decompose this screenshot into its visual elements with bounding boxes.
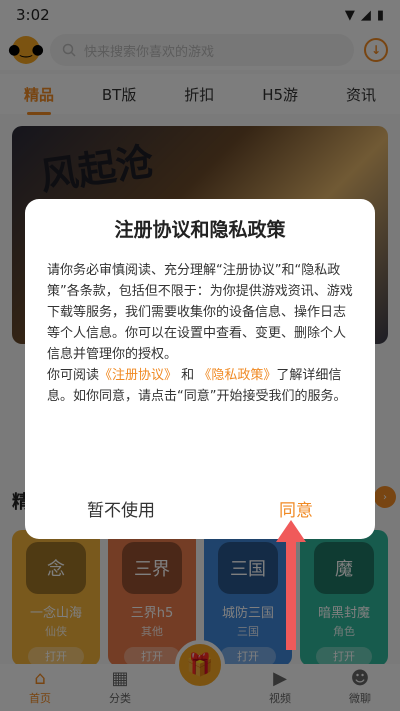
- decline-button[interactable]: 暂不使用: [87, 496, 155, 521]
- dialog-p2-and: 和: [181, 368, 195, 383]
- register-agreement-link[interactable]: 《注册协议》: [99, 368, 177, 383]
- privacy-policy-link[interactable]: 《隐私政策》: [198, 368, 276, 383]
- privacy-dialog: 注册协议和隐私政策 请你务必审慎阅读、充分理解“注册协议”和“隐私政策”各条款，…: [25, 199, 375, 539]
- dialog-actions: 暂不使用 同意: [25, 496, 375, 521]
- arrow-annotation: [276, 520, 306, 650]
- dialog-title: 注册协议和隐私政策: [114, 219, 286, 241]
- dialog-paragraph-1: 请你务必审慎阅读、充分理解“注册协议”和“隐私政策”各条款，包括但不限于：为你提…: [47, 263, 353, 362]
- dialog-paragraph-2: 你可阅读《注册协议》 和 《隐私政策》了解详细信息。如你同意，请点击“同意”开始…: [47, 365, 353, 407]
- agree-button[interactable]: 同意: [279, 496, 313, 521]
- dialog-p2-prefix: 你可阅读: [47, 368, 100, 383]
- dialog-body: 请你务必审慎阅读、充分理解“注册协议”和“隐私政策”各条款，包括但不限于：为你提…: [47, 260, 353, 407]
